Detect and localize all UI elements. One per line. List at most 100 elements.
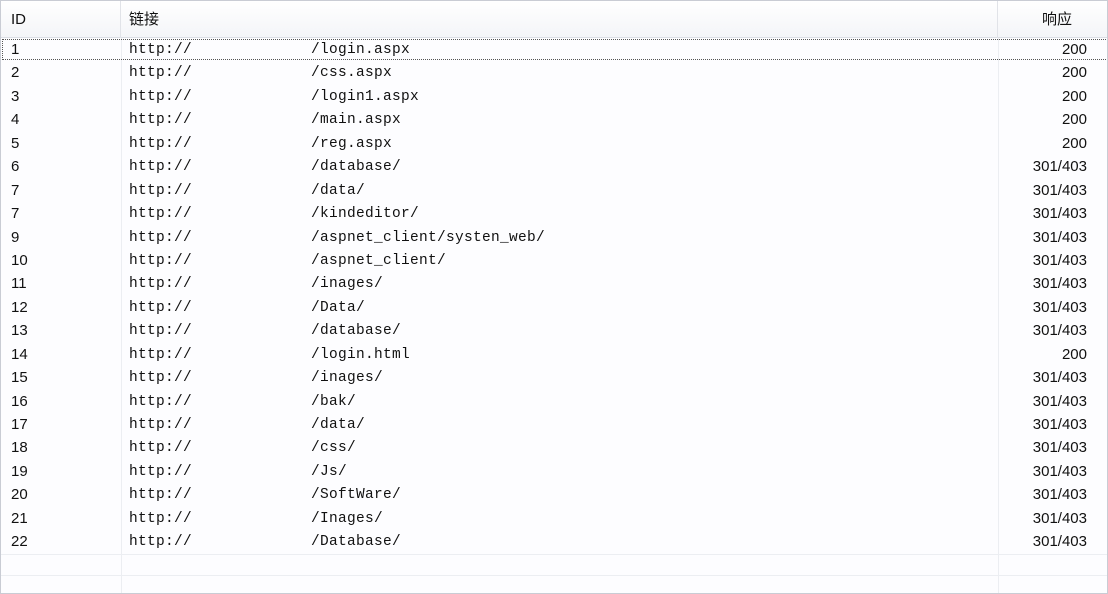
row-link: http:// /database/: [129, 319, 401, 342]
table-row[interactable]: 21 http:// /Inages/301/403: [1, 507, 1107, 530]
redacted-host: [199, 346, 311, 361]
row-response-status: 301/403: [1032, 439, 1087, 457]
redacted-host: [199, 206, 311, 221]
results-list-view[interactable]: ID 链接 响应 1 http:// /login.aspx 200 2 http:// /…: [0, 0, 1108, 594]
link-scheme: http://: [129, 346, 193, 363]
link-path: /main.aspx: [311, 112, 402, 129]
results-rows: 1 http:///login.aspx 200 2 http:///css.aspx 2…: [1, 38, 1107, 554]
table-row[interactable]: 17 http:// /data/301/403: [1, 413, 1107, 436]
row-response-status: 301/403: [1032, 205, 1087, 223]
link-path: /SoftWare/: [311, 487, 402, 504]
row-link: http:// /css/: [129, 436, 356, 459]
table-row[interactable]: 9 http:// /aspnet_client/systen_web/301/40…: [1, 226, 1107, 249]
row-link: http:// /data/: [129, 179, 365, 202]
redacted-host: [199, 534, 311, 549]
row-link: http:// /bak/: [129, 390, 356, 413]
redacted-host: [199, 229, 311, 244]
link-scheme: http://: [129, 135, 193, 152]
row-link: http:// /kindeditor/: [129, 202, 419, 225]
row-id: 7: [11, 181, 20, 199]
row-response-status: 301/403: [1032, 158, 1087, 176]
table-row[interactable]: 4 http:// /main.aspx 200: [1, 108, 1107, 131]
column-header-response[interactable]: 响应: [998, 1, 1107, 38]
row-link: http:// /Js/: [129, 460, 347, 483]
link-scheme: http://: [129, 463, 193, 480]
table-row[interactable]: 15 http:// /inages/301/403: [1, 366, 1107, 389]
row-id: 12: [11, 298, 28, 316]
table-row[interactable]: 14 http:// /login.html 200: [1, 343, 1107, 366]
row-response-status: 301/403: [1032, 392, 1087, 410]
row-id: 3: [11, 87, 20, 105]
row-link: http:// /login.html: [129, 343, 410, 366]
table-row[interactable]: 16 http:// /bak/301/403: [1, 390, 1107, 413]
row-id: 6: [11, 158, 20, 176]
row-link: http:// /aspnet_client/systen_web/: [129, 226, 545, 249]
link-path: /reg.aspx: [311, 135, 393, 152]
row-response-status: 301/403: [1032, 533, 1087, 551]
table-row[interactable]: 13 http:// /database/301/403: [1, 319, 1107, 342]
redacted-host: [199, 417, 311, 432]
row-id: 19: [11, 462, 28, 480]
table-row[interactable]: 3 http:// /login1.aspx 200: [1, 85, 1107, 108]
row-link: http:// /data/: [129, 413, 365, 436]
link-scheme: http://: [129, 299, 193, 316]
link-path: /inages/: [311, 370, 384, 387]
table-row[interactable]: 12 http:// /Data/301/403: [1, 296, 1107, 319]
table-row[interactable]: 18 http:// /css/301/403: [1, 436, 1107, 459]
link-scheme: http://: [129, 65, 193, 82]
row-response-status: 301/403: [1032, 462, 1087, 480]
link-path: /Database/: [311, 534, 402, 551]
row-response-status: 301/403: [1032, 298, 1087, 316]
table-row[interactable]: 6 http:// /database/301/403: [1, 155, 1107, 178]
row-link: http:// /login1.aspx: [129, 85, 419, 108]
row-response-status: 301/403: [1032, 322, 1087, 340]
row-id: 20: [11, 486, 28, 504]
table-row[interactable]: 1 http:// /login.aspx 200: [1, 38, 1107, 61]
column-header: ID 链接 响应: [1, 1, 1107, 38]
link-path: /css/: [311, 440, 357, 457]
row-link: http:// /aspnet_client/: [129, 249, 446, 272]
link-scheme: http://: [129, 42, 193, 58]
link-path: /login.html: [311, 346, 411, 363]
redacted-host: [199, 487, 311, 502]
row-id: 2: [11, 64, 20, 82]
link-path: /login.aspx: [311, 42, 411, 58]
table-row[interactable]: 5 http:// /reg.aspx 200: [1, 132, 1107, 155]
link-scheme: http://: [129, 510, 193, 527]
table-row[interactable]: 10 http:// /aspnet_client/301/403: [1, 249, 1107, 272]
table-row[interactable]: 11 http:// /inages/301/403: [1, 272, 1107, 295]
redacted-host: [199, 299, 311, 314]
row-response-status: 301/403: [1032, 181, 1087, 199]
redacted-host: [199, 89, 311, 104]
table-row[interactable]: 2 http:// /css.aspx 200: [1, 61, 1107, 84]
row-link: http:// /inages/: [129, 366, 383, 389]
column-header-id[interactable]: ID: [1, 1, 121, 38]
table-row[interactable]: 7 http:// /data/301/403: [1, 179, 1107, 202]
row-id: 18: [11, 439, 28, 457]
link-scheme: http://: [129, 276, 193, 293]
redacted-host: [199, 276, 311, 291]
table-row[interactable]: 19 http:// /Js/301/403: [1, 460, 1107, 483]
table-row[interactable]: 7 http:// /kindeditor/301/403: [1, 202, 1107, 225]
link-path: /Inages/: [311, 510, 384, 527]
table-row[interactable]: 22 http:// /Database/301/403: [1, 530, 1107, 553]
table-row[interactable]: 20 http:// /SoftWare/301/403: [1, 483, 1107, 506]
link-path: /Js/: [311, 463, 348, 480]
link-scheme: http://: [129, 159, 193, 176]
row-id: 16: [11, 392, 28, 410]
row-response-status: 200: [1061, 134, 1087, 152]
redacted-host: [199, 440, 311, 455]
column-header-link[interactable]: 链接: [121, 1, 998, 38]
link-scheme: http://: [129, 370, 193, 387]
link-path: /inages/: [311, 276, 384, 293]
row-id: 10: [11, 251, 28, 269]
link-path: /database/: [311, 323, 402, 340]
link-path: /bak/: [311, 393, 357, 410]
link-scheme: http://: [129, 229, 193, 246]
row-link: http:// /inages/: [129, 272, 383, 295]
redacted-host: [199, 159, 311, 174]
row-link: http:// /main.aspx: [129, 108, 401, 131]
redacted-host: [199, 42, 311, 57]
row-response-status: 301/403: [1032, 416, 1087, 433]
redacted-host: [199, 323, 311, 338]
